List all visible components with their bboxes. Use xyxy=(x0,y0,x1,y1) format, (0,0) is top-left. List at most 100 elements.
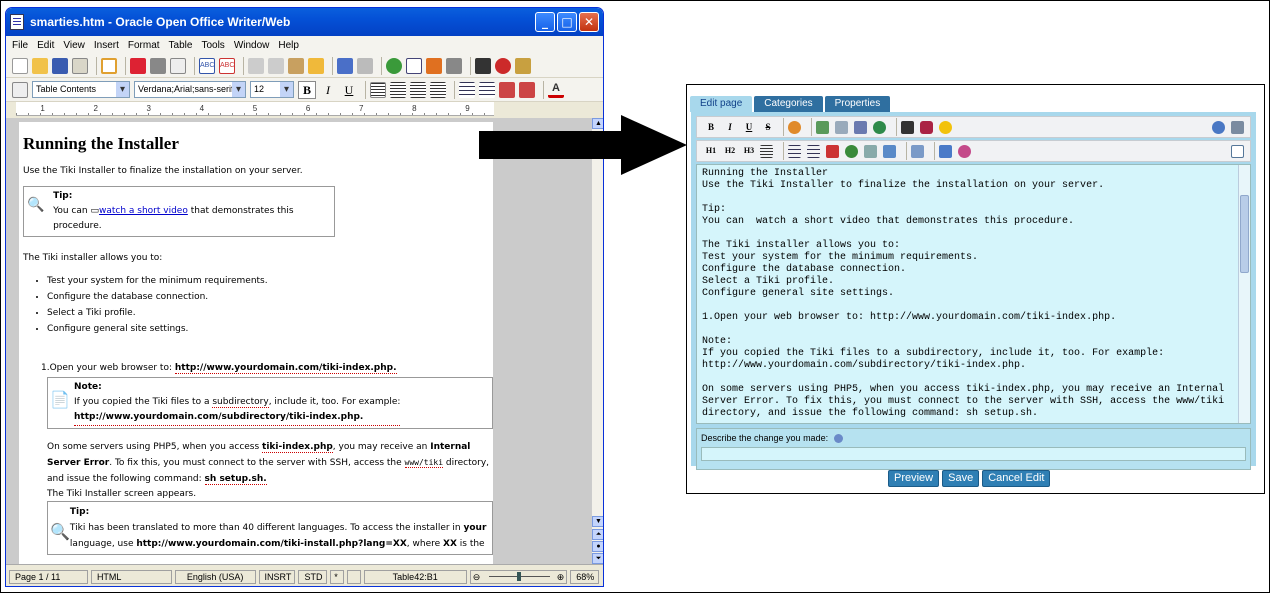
code-icon[interactable] xyxy=(939,144,952,158)
copy-icon[interactable] xyxy=(835,120,848,134)
zoom-in-icon[interactable]: ⊕ xyxy=(557,571,565,583)
textarea-scrollbar[interactable] xyxy=(1238,165,1250,423)
table-icon[interactable] xyxy=(883,144,896,158)
zoom-slider[interactable]: ⊖ ⊕ xyxy=(469,569,568,584)
bold-button[interactable]: B xyxy=(703,119,719,135)
close-button[interactable]: ✕ xyxy=(579,12,599,32)
link-icon[interactable] xyxy=(873,120,886,134)
clear-format-icon[interactable] xyxy=(826,144,839,158)
maximize-button[interactable]: □ xyxy=(557,12,577,32)
scroll-thumb[interactable] xyxy=(1240,195,1249,273)
table-icon[interactable] xyxy=(406,57,422,74)
navigation-icon[interactable]: ● xyxy=(592,541,603,552)
align-right-icon[interactable] xyxy=(410,81,426,98)
menu-file[interactable]: File xyxy=(12,40,28,51)
italic-button[interactable]: I xyxy=(319,81,337,99)
menu-tools[interactable]: Tools xyxy=(201,40,224,51)
menu-help[interactable]: Help xyxy=(278,40,299,51)
vertical-scrollbar[interactable]: ▲ ▼ ⏶ ● ⏷ xyxy=(591,118,603,564)
new-document-icon[interactable] xyxy=(12,57,28,74)
help-icon[interactable] xyxy=(1212,120,1225,134)
show-draw-functions-icon[interactable] xyxy=(426,57,442,74)
tab-categories[interactable]: Categories xyxy=(754,96,823,112)
settings-wrench-icon[interactable] xyxy=(1231,120,1244,134)
redo-icon[interactable] xyxy=(357,57,373,74)
menu-view[interactable]: View xyxy=(63,40,85,51)
page-indicator[interactable]: Page 1 / 11 xyxy=(9,569,88,584)
italic-button[interactable]: I xyxy=(722,119,738,135)
menu-window[interactable]: Window xyxy=(234,40,270,51)
format-paintbrush-icon[interactable] xyxy=(308,57,324,74)
edit-file-icon[interactable] xyxy=(101,57,117,74)
autospell-icon[interactable]: ABC xyxy=(219,57,235,74)
paste-icon[interactable] xyxy=(288,57,304,74)
preview-button[interactable]: Preview xyxy=(888,470,940,487)
align-center-icon[interactable] xyxy=(390,81,406,98)
save-icon[interactable] xyxy=(52,57,68,74)
tab-properties[interactable]: Properties xyxy=(824,96,891,112)
fullscreen-icon[interactable] xyxy=(1231,144,1244,158)
describe-change-input[interactable] xyxy=(701,447,1246,462)
navigator-icon[interactable] xyxy=(495,57,511,74)
numbered-list-icon[interactable] xyxy=(807,144,820,158)
underline-button[interactable]: U xyxy=(340,81,358,99)
help-icon[interactable] xyxy=(833,434,843,444)
save-button[interactable]: Save xyxy=(942,470,980,487)
language-indicator[interactable]: English (USA) xyxy=(174,569,256,584)
special-char-icon[interactable] xyxy=(958,144,971,158)
styles-formatting-icon[interactable] xyxy=(12,81,28,98)
decrease-indent-icon[interactable] xyxy=(499,81,515,98)
align-left-icon[interactable] xyxy=(370,81,386,98)
color-icon[interactable] xyxy=(788,120,801,134)
justify-icon[interactable] xyxy=(430,81,446,98)
wiki-content-textarea[interactable]: Running the Installer Use the Tiki Insta… xyxy=(696,164,1251,424)
minimize-button[interactable]: _ xyxy=(535,12,555,32)
underline-button[interactable]: U xyxy=(741,119,757,135)
selection-mode[interactable]: STD xyxy=(298,569,328,584)
undo-icon[interactable] xyxy=(337,57,353,74)
menu-insert[interactable]: Insert xyxy=(94,40,119,51)
zoom-percent[interactable]: 68% xyxy=(570,569,600,584)
document-page[interactable]: Running the Installer Use the Tiki Insta… xyxy=(19,122,493,564)
watch-video-link[interactable]: watch a short video xyxy=(99,206,188,216)
heading-1-button[interactable]: H1 xyxy=(703,143,719,159)
menu-format[interactable]: Format xyxy=(128,40,160,51)
cancel-edit-button[interactable]: Cancel Edit xyxy=(982,470,1051,487)
tab-edit-page[interactable]: Edit page xyxy=(690,96,753,112)
page-preview-icon[interactable] xyxy=(170,57,186,74)
previous-page-icon[interactable]: ⏶ xyxy=(592,529,603,540)
spellcheck-icon[interactable]: ABC xyxy=(199,57,215,74)
scroll-down-icon[interactable]: ▼ xyxy=(592,516,603,527)
columns-icon[interactable] xyxy=(911,144,924,158)
zoom-thumb[interactable] xyxy=(516,571,521,581)
font-name-select[interactable]: Verdana;Arial;sans-serif xyxy=(134,81,246,98)
font-size-select[interactable]: 12 xyxy=(250,81,294,98)
plugin-icon[interactable] xyxy=(920,120,933,134)
find-binoculars-icon[interactable] xyxy=(475,57,491,74)
zoom-out-icon[interactable]: ⊖ xyxy=(473,571,481,583)
export-pdf-icon[interactable] xyxy=(130,57,146,74)
open-folder-icon[interactable] xyxy=(32,57,48,74)
paragraph-style-select[interactable]: Table Contents xyxy=(32,81,130,98)
strikethrough-button[interactable]: S xyxy=(760,119,776,135)
print-icon[interactable] xyxy=(150,57,166,74)
increase-indent-icon[interactable] xyxy=(519,81,535,98)
save-icon[interactable] xyxy=(854,120,867,134)
fields-icon[interactable] xyxy=(446,57,462,74)
email-icon[interactable] xyxy=(72,57,88,74)
copy-icon[interactable] xyxy=(268,57,284,74)
smiley-icon[interactable] xyxy=(939,120,952,134)
insert-mode[interactable]: INSRT xyxy=(258,569,296,584)
bold-button[interactable]: B xyxy=(298,80,316,99)
add-link-icon[interactable] xyxy=(845,144,858,158)
hyperlink-icon[interactable] xyxy=(386,57,402,74)
gallery-icon[interactable] xyxy=(515,57,531,74)
menu-edit[interactable]: Edit xyxy=(37,40,54,51)
heading-3-button[interactable]: H3 xyxy=(741,143,757,159)
heading-2-button[interactable]: H2 xyxy=(722,143,738,159)
box-icon[interactable] xyxy=(864,144,877,158)
font-color-icon[interactable]: A xyxy=(548,82,564,98)
find-binoculars-icon[interactable] xyxy=(901,120,914,134)
next-page-icon[interactable]: ⏷ xyxy=(592,553,603,564)
numbering-icon[interactable] xyxy=(459,81,475,98)
